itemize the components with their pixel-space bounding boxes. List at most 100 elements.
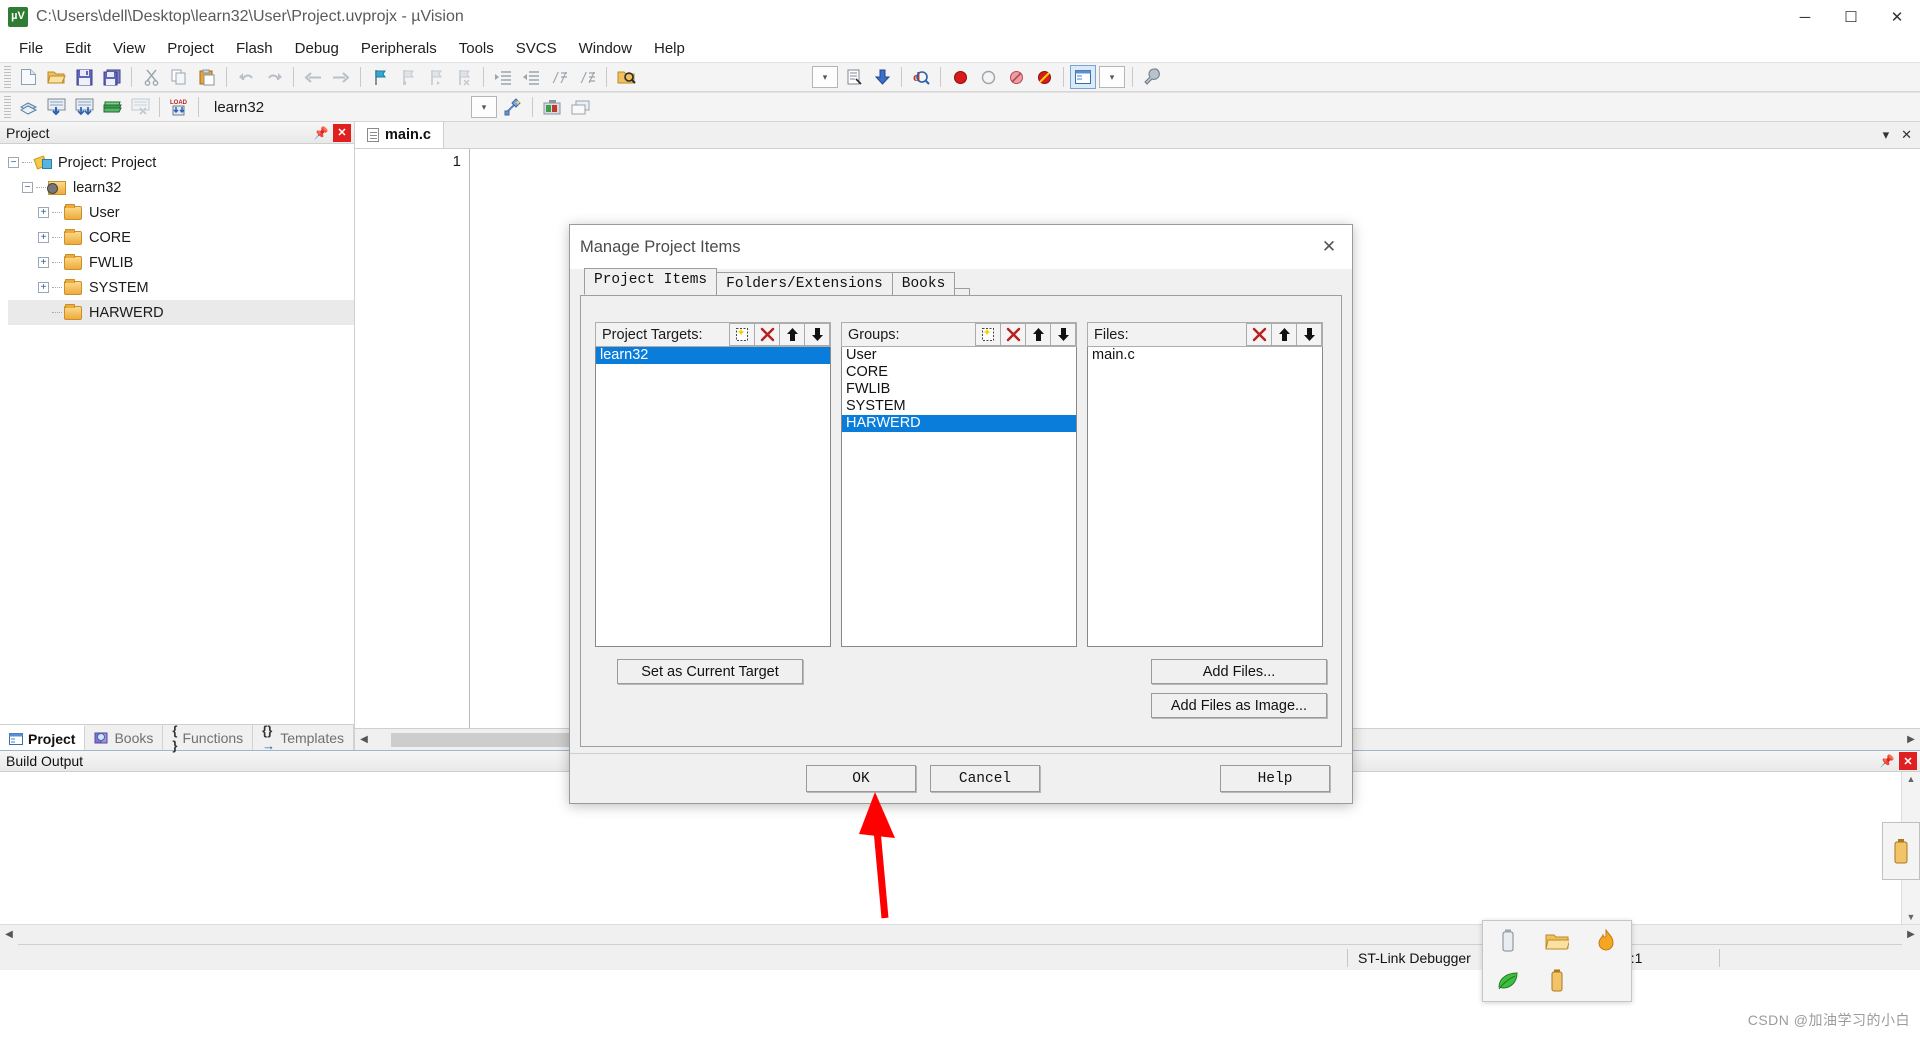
leaf-icon[interactable] <box>1495 968 1521 994</box>
uncomment-icon[interactable]: // <box>574 65 600 89</box>
build-scroll-left-icon[interactable]: ◀ <box>0 924 18 945</box>
set-as-current-target-button[interactable]: Set as Current Target <box>617 659 803 684</box>
save-all-icon[interactable] <box>99 65 125 89</box>
move-up-icon[interactable] <box>779 323 805 346</box>
add-files-button[interactable]: Add Files... <box>1151 659 1327 684</box>
build-horizontal-scrollbar[interactable]: ◀ ▶ <box>0 924 1920 945</box>
expander-icon[interactable]: + <box>38 207 49 218</box>
breakpoint-icon[interactable] <box>947 65 973 89</box>
undo-icon[interactable] <box>233 65 259 89</box>
move-down-icon[interactable] <box>1050 323 1076 346</box>
expander-icon[interactable]: − <box>22 182 33 193</box>
cancel-button[interactable]: Cancel <box>930 765 1040 792</box>
build-close-icon[interactable]: ✕ <box>1899 752 1917 770</box>
delete-icon[interactable] <box>1000 323 1026 346</box>
tab-books[interactable]: Books <box>85 725 164 750</box>
breakpoint-kill-all-icon[interactable] <box>1031 65 1057 89</box>
tree-node-system[interactable]: + SYSTEM <box>8 275 354 300</box>
delete-icon[interactable] <box>754 323 780 346</box>
list-item[interactable]: HARWERD <box>842 415 1076 432</box>
tree-node-fwlib[interactable]: + FWLIB <box>8 250 354 275</box>
insert-file-icon[interactable] <box>841 65 867 89</box>
indent-increase-icon[interactable] <box>490 65 516 89</box>
usb-dock-icon[interactable] <box>1892 838 1910 864</box>
dialog-tab-books[interactable]: Books <box>891 272 956 296</box>
scroll-up-icon[interactable]: ▲ <box>1907 774 1916 784</box>
target-selector-dropdown[interactable]: ▾ <box>471 96 497 118</box>
list-item[interactable]: learn32 <box>596 347 830 364</box>
target-options-icon[interactable] <box>500 95 526 119</box>
menu-edit[interactable]: Edit <box>54 36 102 61</box>
new-file-icon[interactable] <box>15 65 41 89</box>
build-icon[interactable] <box>43 95 69 119</box>
list-item[interactable]: CORE <box>842 364 1076 381</box>
menu-flash[interactable]: Flash <box>225 36 284 61</box>
close-pane-icon[interactable]: ✕ <box>333 123 351 142</box>
bookmark-next-icon[interactable] <box>423 65 449 89</box>
cut-icon[interactable] <box>138 65 164 89</box>
build-pin-icon[interactable]: 📌 <box>1878 752 1896 770</box>
menu-debug[interactable]: Debug <box>284 36 350 61</box>
move-down-icon[interactable] <box>804 323 830 346</box>
menu-file[interactable]: File <box>8 36 54 61</box>
menu-help[interactable]: Help <box>643 36 696 61</box>
tree-node-project[interactable]: − Project: Project <box>8 150 354 175</box>
new-item-icon[interactable] <box>729 323 755 346</box>
move-up-icon[interactable] <box>1025 323 1051 346</box>
project-window-dropdown[interactable]: ▾ <box>1099 66 1125 88</box>
list-item[interactable]: User <box>842 347 1076 364</box>
dialog-tab-project-items[interactable]: Project Items <box>584 268 718 295</box>
menu-tools[interactable]: Tools <box>448 36 505 61</box>
tree-node-harwerd[interactable]: HARWERD <box>8 300 354 325</box>
rebuild-icon[interactable] <box>71 95 97 119</box>
back-icon[interactable] <box>300 65 326 89</box>
download-to-flash-icon[interactable] <box>869 65 895 89</box>
side-dock-panel[interactable] <box>1882 822 1920 880</box>
scroll-right-icon[interactable]: ▶ <box>1902 729 1920 750</box>
list-item[interactable]: main.c <box>1088 347 1322 364</box>
dialog-tab-folders-extensions[interactable]: Folders/Extensions <box>716 272 893 296</box>
expander-icon[interactable]: + <box>38 257 49 268</box>
dialog-close-icon[interactable]: ✕ <box>1306 225 1352 269</box>
expander-icon[interactable]: + <box>38 232 49 243</box>
menu-view[interactable]: View <box>102 36 156 61</box>
breakpoint-disable-all-icon[interactable] <box>1003 65 1029 89</box>
copy-icon[interactable] <box>166 65 192 89</box>
stop-build-icon[interactable] <box>127 95 153 119</box>
tab-functions[interactable]: { } Functions <box>163 723 254 753</box>
tree-node-target[interactable]: − learn32 <box>8 175 354 200</box>
multi-project-icon[interactable] <box>567 95 593 119</box>
delete-icon[interactable] <box>1246 323 1272 346</box>
bookmark-toggle-icon[interactable] <box>367 65 393 89</box>
configure-icon[interactable] <box>1139 65 1165 89</box>
scroll-down-icon[interactable]: ▼ <box>1907 912 1916 922</box>
tab-templates[interactable]: {}→ Templates <box>253 723 354 753</box>
tab-project[interactable]: Project <box>0 725 86 750</box>
project-targets-list[interactable]: learn32 <box>595 347 831 647</box>
scroll-thumb[interactable] <box>391 732 581 747</box>
folder-open-icon[interactable] <box>1544 928 1570 954</box>
tab-list-chevron-icon[interactable]: ▾ <box>1883 127 1890 143</box>
comment-icon[interactable]: // <box>546 65 572 89</box>
maximize-button[interactable]: ☐ <box>1828 0 1874 34</box>
search-history-dropdown[interactable]: ▾ <box>812 66 838 88</box>
menu-window[interactable]: Window <box>568 36 643 61</box>
project-window-toggle-icon[interactable] <box>1070 65 1096 89</box>
breakpoint-disable-icon[interactable] <box>975 65 1001 89</box>
groups-list[interactable]: User CORE FWLIB SYSTEM HARWERD <box>841 347 1077 647</box>
find-in-files-icon[interactable] <box>613 65 639 89</box>
menu-project[interactable]: Project <box>156 36 225 61</box>
tab-close-icon[interactable]: ✕ <box>1901 127 1912 143</box>
indent-decrease-icon[interactable] <box>518 65 544 89</box>
document-tab-main-c[interactable]: main.c <box>355 122 444 148</box>
paste-icon[interactable] <box>194 65 220 89</box>
manage-project-items-icon[interactable] <box>539 95 565 119</box>
load-to-flash-icon[interactable]: LOAD <box>166 95 192 119</box>
new-item-icon[interactable] <box>975 323 1001 346</box>
list-item[interactable]: SYSTEM <box>842 398 1076 415</box>
target-selector-value[interactable]: learn32 <box>204 99 324 116</box>
list-item[interactable]: FWLIB <box>842 381 1076 398</box>
pin-icon[interactable]: 📌 <box>312 124 330 142</box>
usb-device-icon-2[interactable] <box>1544 968 1570 994</box>
ok-button[interactable]: OK <box>806 765 916 792</box>
